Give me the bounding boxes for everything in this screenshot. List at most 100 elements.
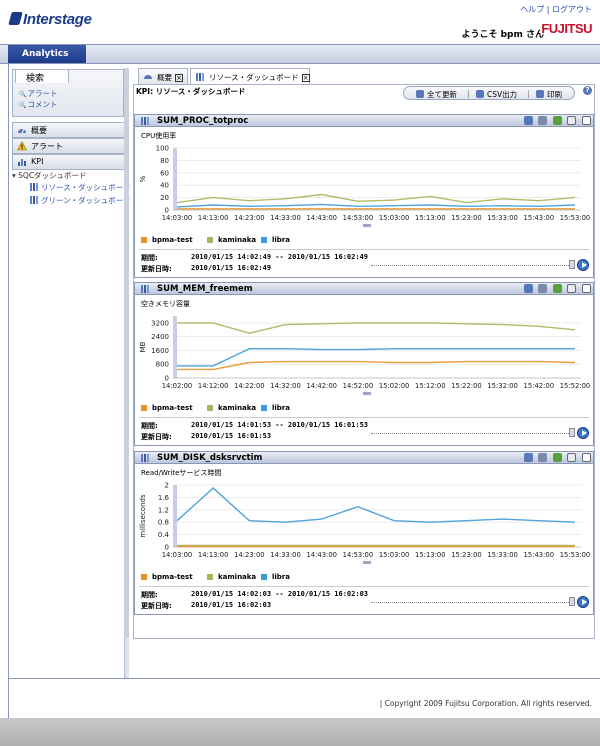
y-tick-label: 800 [156, 361, 169, 369]
page-footer: | Copyright 2009 Fujitsu Corporation. Al… [8, 678, 600, 718]
interstage-logo: Interstage [8, 11, 92, 28]
refresh-all-button[interactable]: 全て更新 [416, 89, 457, 100]
x-tick-label: 14:23:00 [234, 551, 265, 559]
x-scroll-marker [363, 224, 371, 227]
legend-item: kaminaka [207, 236, 256, 244]
bar-chart-icon [30, 183, 39, 191]
x-tick-label: 15:53:00 [560, 551, 591, 559]
period-value: 2010/01/15 14:02:49 -- 2010/01/15 16:02:… [191, 253, 369, 261]
updated-label: 更新日時: [141, 602, 172, 610]
welcome-message: ようこそ bpm さん [461, 30, 544, 40]
logo-text: Interstage [23, 11, 92, 28]
toolbar-divider: | [527, 89, 530, 98]
legend-item: bpma-test [141, 573, 193, 581]
tree-root-sqc-dashboard[interactable]: ▾ SQCダッシュボード [12, 170, 87, 181]
x-tick-label: 15:03:00 [379, 551, 410, 559]
updated-value: 2010/01/15 16:01:53 [191, 432, 272, 440]
search-alert-link[interactable]: アラート [19, 88, 57, 99]
tree-item-label: グリーン・ダッシュボード [41, 196, 131, 205]
logout-link[interactable]: ログアウト [552, 5, 592, 14]
gauge-icon [144, 75, 152, 79]
slider-handle[interactable] [569, 597, 575, 606]
axis-band [173, 316, 177, 378]
tab-resource-dashboard[interactable]: リソース・ダッシュボード × [190, 68, 310, 85]
time-range-slider[interactable] [371, 428, 575, 437]
line-chart: 0800160024003200MB14:02:00 14:12:00 14:22:… [139, 316, 591, 395]
y-axis-label: % [139, 175, 147, 182]
legend-swatch [207, 405, 213, 411]
y-tick-label: 100 [156, 145, 169, 153]
slider-handle[interactable] [569, 428, 575, 437]
sidebar-item-alert[interactable]: アラート [12, 138, 126, 154]
legend-item: kaminaka [207, 404, 256, 412]
x-tick-label: 14:53:00 [343, 551, 374, 559]
close-tab-icon[interactable]: × [301, 74, 310, 82]
collapse-triangle-icon[interactable]: ▾ [12, 171, 16, 180]
close-tab-icon[interactable]: × [175, 74, 183, 82]
y-tick-label: 1.6 [158, 494, 170, 502]
legend-label: libra [272, 404, 290, 412]
tree-item-resource-dashboard[interactable]: リソース・ダッシュボード [30, 182, 131, 193]
panel-meta: 期間: 2010/01/15 14:01:53 -- 2010/01/15 16… [139, 417, 589, 441]
app-header: Interstage ヘルプ | ログアウト ようこそ bpm さん FUJIT… [0, 0, 600, 44]
sidebar-item-label: 概要 [31, 126, 47, 135]
search-tab[interactable]: 検索 [15, 69, 69, 84]
x-tick-label: 15:52:00 [560, 382, 591, 390]
x-tick-label: 15:33:00 [487, 214, 518, 222]
sidebar-item-label: アラート [31, 142, 63, 151]
legend-item: bpma-test [141, 404, 193, 412]
legend-swatch [141, 237, 147, 243]
bar-chart-icon [30, 196, 39, 204]
kpi-title: KPI: リソース・ダッシュボード [136, 87, 246, 96]
help-icon[interactable]: ? [583, 86, 592, 95]
y-tick-label: 1600 [151, 347, 169, 355]
sidebar-item-kpi[interactable]: KPI [12, 154, 126, 170]
x-tick-label: 14:43:00 [306, 214, 337, 222]
x-tick-label: 15:02:00 [379, 382, 410, 390]
x-tick-label: 15:13:00 [415, 214, 446, 222]
legend-label: kaminaka [218, 236, 257, 244]
x-tick-label: 14:03:00 [162, 551, 193, 559]
panel-meta: 期間: 2010/01/15 14:02:49 -- 2010/01/15 16… [139, 249, 589, 273]
gauge-icon [18, 128, 26, 134]
tab-analytics[interactable]: Analytics [8, 45, 86, 63]
legend-item: libra [261, 404, 290, 412]
slider-handle[interactable] [569, 260, 575, 269]
y-tick-label: 3200 [151, 319, 169, 327]
x-tick-label: 14:13:00 [198, 214, 229, 222]
play-button[interactable] [577, 259, 589, 271]
legend-label: bpma-test [152, 236, 193, 244]
time-range-slider[interactable] [371, 597, 575, 606]
time-range-slider[interactable] [371, 260, 575, 269]
line-chart: 020406080100%14:03:00 14:13:00 14:23:00 14:… [139, 145, 590, 227]
bar-chart-icon [196, 73, 205, 81]
dashboard-toolbar: 全て更新 | CSV出力 | 印刷 [403, 86, 575, 100]
x-tick-label: 14:43:00 [306, 551, 337, 559]
tree-item-green-dashboard[interactable]: グリーン・ダッシュボード [30, 195, 131, 206]
sidebar-item-overview[interactable]: 概要 [12, 122, 126, 138]
legend-item: libra [261, 573, 290, 581]
csv-export-button[interactable]: CSV出力 [476, 89, 517, 100]
chart-subtitle: 空きメモリ容量 [141, 300, 190, 308]
legend-swatch [141, 405, 147, 411]
search-box: 検索 アラート コメント [12, 69, 124, 117]
x-tick-label: 15:43:00 [524, 214, 555, 222]
fujitsu-logo: FUJITSU [541, 21, 592, 36]
x-tick-label: 15:33:00 [487, 551, 518, 559]
period-label: 期間: [141, 254, 158, 262]
play-button[interactable] [577, 427, 589, 439]
help-link[interactable]: ヘルプ [520, 5, 544, 14]
sidebar-scrollbar[interactable] [124, 68, 129, 638]
tree-item-label: リソース・ダッシュボード [41, 183, 131, 192]
tab-overview[interactable]: 概要 × [138, 68, 188, 84]
chart-subtitle: CPU使用率 [141, 132, 177, 140]
link-separator: | [546, 5, 550, 14]
tab-label: リソース・ダッシュボード [209, 73, 299, 82]
x-tick-label: 14:52:00 [343, 382, 374, 390]
x-tick-label: 14:22:00 [234, 382, 265, 390]
play-button[interactable] [577, 596, 589, 608]
y-tick-label: 40 [160, 182, 169, 190]
legend-swatch [141, 574, 147, 580]
print-button[interactable]: 印刷 [536, 89, 562, 100]
search-comment-link[interactable]: コメント [19, 99, 57, 110]
